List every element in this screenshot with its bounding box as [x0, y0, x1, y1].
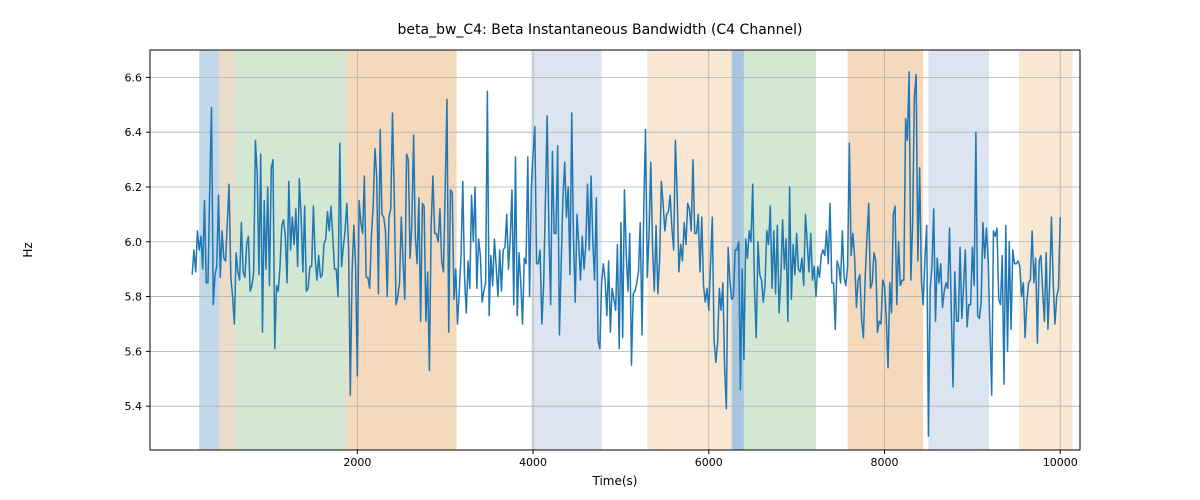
highlight-band: [732, 50, 744, 450]
y-tick-label: 6.0: [125, 236, 143, 249]
y-axis-label: Hz: [21, 242, 35, 257]
chart-svg: 2000 4000 6000 8000 10000 5.4 5.6 5.8 6.0 6.2 6.4 6…: [0, 0, 1200, 500]
highlight-band: [531, 50, 601, 450]
y-tick-label: 6.2: [125, 181, 143, 194]
y-tick-label: 6.4: [125, 126, 143, 139]
x-tick-label: 4000: [519, 456, 547, 469]
x-tick-label: 6000: [695, 456, 723, 469]
x-tick-label: 2000: [343, 456, 371, 469]
highlight-band: [347, 50, 457, 450]
y-tick-label: 5.6: [125, 345, 143, 358]
y-tick-label: 5.8: [125, 291, 143, 304]
chart-container: beta_bw_C4: Beta Instantaneous Bandwidth…: [0, 0, 1200, 500]
x-tick-label: 8000: [871, 456, 899, 469]
y-tick-label: 6.6: [125, 71, 143, 84]
highlight-band: [1019, 50, 1073, 450]
chart-title: beta_bw_C4: Beta Instantaneous Bandwidth…: [0, 22, 1200, 38]
highlight-band: [928, 50, 989, 450]
x-tick-label: 10000: [1043, 456, 1078, 469]
y-tick-label: 5.4: [125, 400, 143, 413]
x-axis-label: Time(s): [593, 474, 638, 488]
